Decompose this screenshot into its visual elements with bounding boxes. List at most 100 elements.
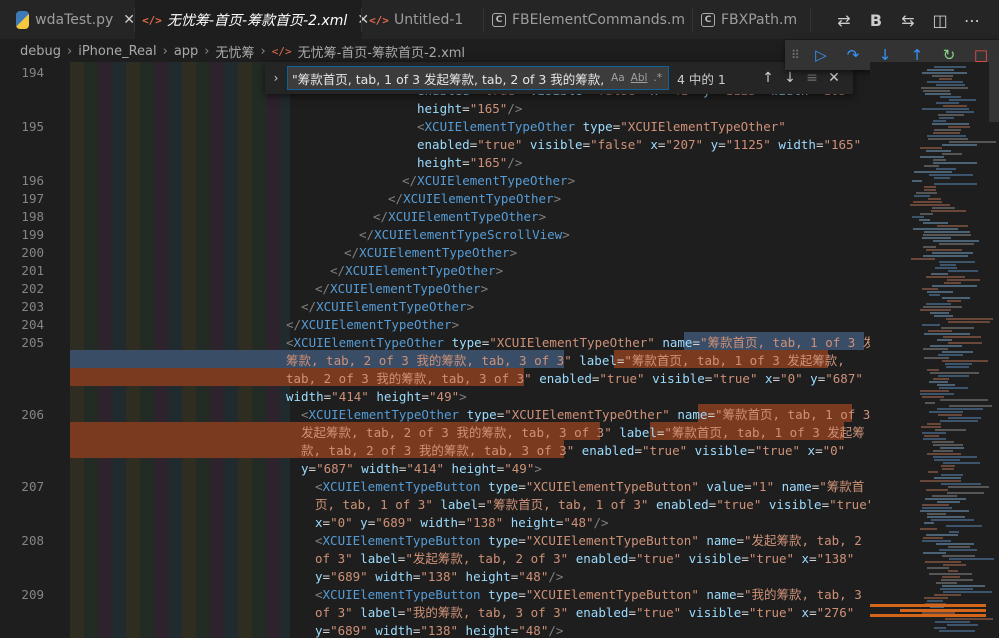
code-token: name bbox=[654, 335, 693, 350]
minimap-line bbox=[925, 498, 966, 500]
minimap-line bbox=[935, 267, 957, 269]
minimap-line bbox=[936, 168, 956, 170]
tab-4[interactable]: C FBXPath.m bbox=[693, 0, 811, 40]
minimap-line bbox=[938, 354, 963, 356]
minimap-line bbox=[939, 117, 954, 119]
editor-tab-bar: wdaTest.py ✕ </> 无忧筹-首页-筹款首页-2.xml ✕ </> Untit… bbox=[0, 0, 999, 40]
code-token: width bbox=[367, 623, 413, 638]
code-token: "689" bbox=[330, 569, 368, 584]
tab-2[interactable]: </> Untitled-1 bbox=[362, 0, 484, 40]
code-token: </ bbox=[402, 173, 418, 188]
vertical-scrollbar[interactable] bbox=[987, 62, 999, 638]
minimap-line bbox=[933, 240, 979, 242]
minimap[interactable] bbox=[870, 62, 999, 638]
xml-file-icon: </> bbox=[369, 13, 389, 27]
breadcrumb-separator: › bbox=[204, 43, 210, 59]
code-token: /> bbox=[507, 101, 523, 116]
code-token: label bbox=[571, 353, 617, 368]
tab-label: 无忧筹-首页-筹款首页-2.xml bbox=[167, 13, 348, 29]
minimap-line bbox=[912, 216, 924, 218]
line-number: 207 bbox=[21, 479, 44, 494]
code-token: < bbox=[286, 335, 294, 350]
breadcrumb-item[interactable]: 无忧筹 bbox=[216, 42, 255, 61]
split-editor-icon[interactable]: ◫ bbox=[924, 11, 956, 30]
code-token: "XCUIElementTypeButton" bbox=[525, 533, 699, 548]
code-token: "414" bbox=[331, 389, 369, 404]
minimap-line bbox=[920, 309, 951, 311]
code-token: = bbox=[741, 605, 749, 620]
tab-1[interactable]: </> 无忧筹-首页-筹款首页-2.xml ✕ bbox=[135, 0, 369, 40]
tab-3[interactable]: C FBElementCommands.m bbox=[484, 0, 693, 40]
whole-word-toggle[interactable]: Abl bbox=[631, 72, 648, 84]
minimap-line bbox=[930, 345, 962, 347]
step-over-icon[interactable]: ↷ bbox=[837, 46, 869, 64]
code-token: enabled bbox=[574, 443, 635, 458]
open-changes-icon[interactable]: ⇆ bbox=[892, 11, 924, 30]
minimap-line bbox=[924, 231, 970, 233]
code-token: </ bbox=[344, 245, 360, 260]
minimap-line bbox=[925, 561, 961, 563]
compare-changes-icon[interactable]: ⇄ bbox=[828, 11, 860, 30]
code-token: width bbox=[770, 137, 816, 152]
continue-icon[interactable]: ▷ bbox=[805, 46, 837, 64]
breadcrumb-item[interactable]: debug bbox=[20, 44, 61, 59]
breadcrumb-separator: › bbox=[67, 43, 73, 59]
close-find-icon[interactable]: ✕ bbox=[823, 70, 845, 86]
code-token: /> bbox=[548, 569, 564, 584]
regex-toggle[interactable]: .* bbox=[653, 72, 662, 84]
previous-match-icon[interactable]: ↑ bbox=[757, 70, 779, 86]
code-token: > bbox=[459, 389, 467, 404]
more-actions-icon[interactable]: ⋯ bbox=[956, 11, 988, 30]
code-token: "276" bbox=[816, 605, 855, 620]
minimap-line bbox=[926, 303, 951, 305]
code-editor[interactable]: 194 195 196 197 198 199 200 201 202 203 204 205 206 2… bbox=[0, 62, 870, 638]
minimap-line bbox=[920, 147, 942, 149]
code-token: x bbox=[315, 515, 323, 530]
code-token: height bbox=[417, 101, 463, 116]
tab-0[interactable]: wdaTest.py ✕ bbox=[8, 0, 135, 40]
minimap-line bbox=[922, 108, 969, 110]
minimap-line bbox=[929, 174, 973, 176]
code-token: width bbox=[353, 461, 399, 476]
code-token: "true" bbox=[599, 371, 645, 386]
code-token: enabled bbox=[531, 371, 592, 386]
code-token: type bbox=[480, 587, 519, 602]
code-token: = bbox=[518, 533, 526, 548]
minimap-line bbox=[942, 468, 954, 470]
minimap-line bbox=[936, 84, 965, 86]
minimap-line bbox=[949, 405, 992, 407]
code-line: height="165"/> bbox=[417, 100, 522, 118]
breadcrumb-item[interactable]: iPhone_Real bbox=[78, 44, 156, 59]
code-token: XCUIElementTypeOther bbox=[359, 245, 510, 260]
code-token: = bbox=[518, 587, 526, 602]
code-token: "138" bbox=[465, 515, 504, 530]
code-token: > bbox=[480, 281, 489, 296]
minimap-line bbox=[923, 306, 962, 308]
code-token: value bbox=[698, 479, 744, 494]
breadcrumb-item[interactable]: app bbox=[174, 44, 198, 59]
minimap-line bbox=[923, 255, 968, 257]
next-match-icon[interactable]: ↓ bbox=[779, 70, 801, 86]
minimap-line bbox=[927, 135, 966, 137]
minimap-line bbox=[936, 543, 974, 545]
code-token: "165" bbox=[469, 101, 508, 116]
breadcrumb-item[interactable]: 无忧筹-首页-筹款首页-2.xml bbox=[298, 42, 465, 61]
match-case-toggle[interactable]: Aa bbox=[611, 72, 625, 84]
code-token: > bbox=[451, 317, 460, 332]
toggle-replace-chevron-icon[interactable]: › bbox=[265, 71, 287, 85]
minimap-line bbox=[930, 312, 949, 314]
code-token: "true" bbox=[716, 497, 762, 512]
drag-handle-icon[interactable]: ⠿ bbox=[791, 48, 805, 62]
minimap-line bbox=[941, 327, 974, 329]
minimap-line bbox=[923, 90, 950, 92]
minimap-line bbox=[938, 375, 969, 377]
minimap-line bbox=[933, 444, 963, 446]
find-input[interactable]: "筹款首页, tab, 1 of 3 发起筹款, tab, 2 of 3 我的筹… bbox=[287, 66, 669, 90]
minimap-line bbox=[932, 123, 969, 125]
code-token: type bbox=[459, 407, 497, 422]
minimap-line bbox=[931, 210, 966, 212]
find-in-selection-icon[interactable]: ≡ bbox=[801, 70, 823, 86]
code-token: y bbox=[352, 515, 368, 530]
bold-icon[interactable]: B bbox=[860, 11, 892, 30]
scrollbar-thumb[interactable] bbox=[989, 62, 999, 122]
